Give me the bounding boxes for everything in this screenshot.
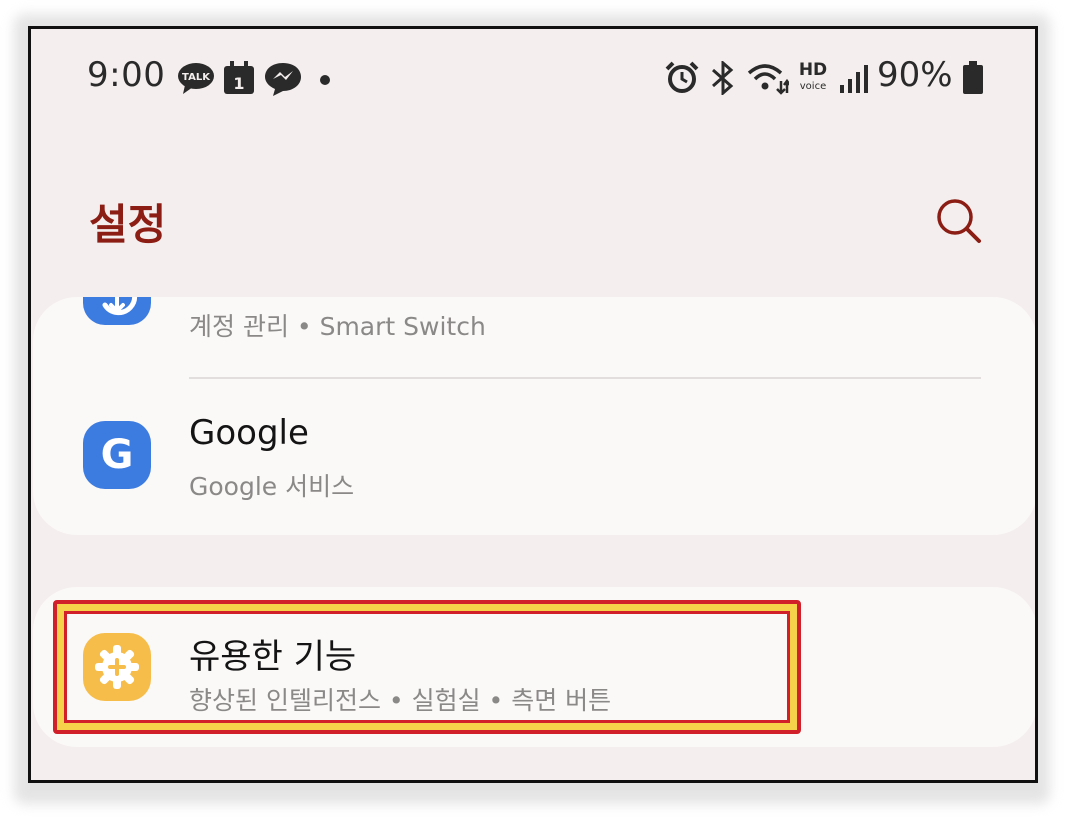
- bluetooth-icon: [709, 59, 737, 99]
- list-item-accounts-backup[interactable]: 계정 관리 • Smart Switch: [33, 297, 1035, 377]
- google-icon: G: [83, 421, 151, 489]
- alarm-icon: [665, 61, 699, 99]
- list-item-google[interactable]: G Google Google 서비스: [33, 381, 1035, 531]
- calendar-day: 1: [233, 74, 244, 93]
- useful-features-subtitle: 향상된 인텔리전스 • 실험실 • 측면 버튼: [189, 686, 612, 715]
- accounts-backup-subtitle: 계정 관리 • Smart Switch: [189, 312, 486, 341]
- hd-voice-sublabel: voice: [800, 81, 826, 92]
- accounts-backup-icon: [83, 297, 151, 325]
- more-notifications-dot-icon: [319, 71, 331, 90]
- calendar-icon: 1: [223, 61, 255, 99]
- settings-card-accounts: 계정 관리 • Smart Switch G Google Google 서비스: [33, 297, 1035, 535]
- search-icon: [937, 199, 981, 243]
- battery-percent: 90%: [877, 55, 953, 95]
- list-item-useful-features[interactable]: 유용한 기능 향상된 인텔리전스 • 실험실 • 측면 버튼: [33, 587, 1035, 747]
- search-button[interactable]: [933, 195, 987, 249]
- google-icon-letter: G: [101, 432, 134, 478]
- google-subtitle: Google 서비스: [189, 472, 355, 501]
- messenger-icon: [263, 61, 303, 101]
- divider: [189, 377, 981, 379]
- hd-voice-icon: HD voice: [795, 59, 831, 97]
- hd-voice-label: HD: [799, 60, 827, 80]
- phone-screen: 9:00 TALK 1 HD voice 90% 설정 계정 관리 • Smar…: [28, 26, 1038, 783]
- useful-features-title: 유용한 기능: [189, 637, 357, 677]
- battery-icon: [963, 61, 983, 99]
- useful-features-icon: [83, 633, 151, 701]
- google-title: Google: [189, 413, 309, 453]
- wifi-icon: [747, 61, 791, 99]
- settings-card-utilities: 유용한 기능 향상된 인텔리전스 • 실험실 • 측면 버튼: [33, 587, 1035, 747]
- kakaotalk-icon: TALK: [177, 61, 215, 99]
- status-time: 9:00: [87, 55, 166, 95]
- page-title: 설정: [89, 200, 167, 249]
- kakaotalk-badge: TALK: [182, 72, 211, 83]
- signal-icon: [839, 61, 869, 99]
